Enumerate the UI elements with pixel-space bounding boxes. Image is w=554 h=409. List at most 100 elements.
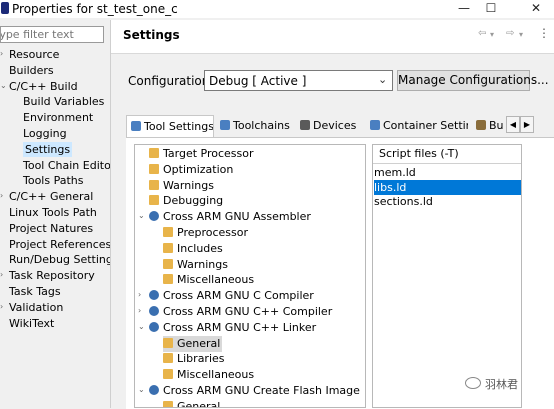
back-arrow-icon[interactable]: ⇦ bbox=[478, 28, 486, 39]
tree-item-general[interactable]: General bbox=[163, 399, 221, 408]
script-files-header: Script files (-T) bbox=[373, 145, 521, 164]
nav-item-c-c-general[interactable]: C/C++ General bbox=[9, 189, 93, 204]
nav-item-run-debug-settings[interactable]: Run/Debug Settings bbox=[9, 252, 119, 267]
configuration-select[interactable]: Debug [ Active ] ⌄ bbox=[204, 70, 393, 91]
settings-folder-icon bbox=[163, 274, 173, 285]
nav-item-settings[interactable]: Settings bbox=[23, 141, 73, 157]
forward-arrow-icon[interactable]: ⇨ bbox=[506, 28, 514, 39]
tree-item-cross-arm-gnu-c-linker[interactable]: Cross ARM GNU C++ Linker bbox=[149, 320, 316, 336]
tree-item-miscellaneous[interactable]: Miscellaneous bbox=[163, 367, 254, 383]
nav-item-resource[interactable]: Resource bbox=[9, 47, 59, 62]
tree-expand-icon[interactable]: › bbox=[138, 290, 141, 299]
tree-item-debugging[interactable]: Debugging bbox=[149, 193, 223, 209]
nav-item-tool-chain-editor[interactable]: Tool Chain Editor bbox=[23, 158, 115, 173]
maximize-button[interactable]: ☐ bbox=[473, 0, 509, 18]
tree-item-cross-arm-gnu-c-compiler[interactable]: Cross ARM GNU C++ Compiler bbox=[149, 304, 332, 320]
tree-item-label: General bbox=[177, 399, 221, 408]
nav-item-tools-paths[interactable]: Tools Paths bbox=[23, 173, 84, 188]
nav-item-build-variables[interactable]: Build Variables bbox=[23, 94, 104, 109]
nav-expand-icon[interactable]: › bbox=[0, 191, 3, 200]
settings-folder-icon bbox=[163, 242, 173, 253]
tree-expand-icon[interactable]: › bbox=[138, 306, 141, 315]
gear-icon bbox=[149, 211, 159, 222]
tree-item-target-processor[interactable]: Target Processor bbox=[149, 146, 254, 162]
tree-item-label: Warnings bbox=[163, 178, 214, 192]
tab-scroll-right-button[interactable]: ▶ bbox=[520, 116, 534, 133]
tree-item-includes[interactable]: Includes bbox=[163, 241, 223, 257]
settings-folder-icon bbox=[163, 353, 173, 364]
tree-item-general[interactable]: General bbox=[163, 335, 223, 352]
settings-folder-icon bbox=[163, 369, 173, 380]
nav-item-environment[interactable]: Environment bbox=[23, 110, 93, 125]
filter-input[interactable] bbox=[1, 27, 103, 42]
settings-folder-icon bbox=[163, 400, 173, 407]
view-menu-icon[interactable]: ⋮ bbox=[538, 26, 550, 40]
watermark-text: 羽林君 bbox=[485, 378, 518, 391]
nav-item-project-references[interactable]: Project References bbox=[9, 237, 111, 252]
nav-item-builders[interactable]: Builders bbox=[9, 63, 54, 78]
nav-item-c-c-build[interactable]: C/C++ Build bbox=[9, 79, 78, 94]
tree-item-cross-arm-gnu-c-compiler[interactable]: Cross ARM GNU C Compiler bbox=[149, 288, 314, 304]
nav-item-logging[interactable]: Logging bbox=[23, 126, 67, 141]
tree-expand-icon[interactable]: ⌄ bbox=[138, 211, 145, 220]
tree-item-cross-arm-gnu-create-flash-image[interactable]: Cross ARM GNU Create Flash Image bbox=[149, 383, 360, 399]
gear-icon bbox=[149, 306, 159, 316]
tree-item-label: General bbox=[177, 336, 221, 350]
settings-folder-icon bbox=[163, 227, 173, 237]
nav-expand-icon[interactable]: › bbox=[0, 302, 3, 311]
nav-expand-icon[interactable]: ⌄ bbox=[0, 81, 7, 90]
tab-icon bbox=[476, 120, 486, 130]
tab-toolchains[interactable]: Toolchains bbox=[216, 115, 292, 137]
tree-item-preprocessor[interactable]: Preprocessor bbox=[163, 225, 248, 241]
tree-item-label: Cross ARM GNU C Compiler bbox=[163, 289, 314, 303]
tree-item-warnings[interactable]: Warnings bbox=[149, 178, 214, 194]
configuration-value: Debug [ Active ] bbox=[209, 74, 307, 88]
nav-item-project-natures[interactable]: Project Natures bbox=[9, 221, 93, 236]
tab-label: Tool Settings bbox=[144, 120, 214, 133]
tree-item-label: Cross ARM GNU C++ Linker bbox=[163, 320, 317, 334]
tree-item-libraries[interactable]: Libraries bbox=[163, 351, 225, 367]
tree-item-cross-arm-gnu-assembler[interactable]: Cross ARM GNU Assembler bbox=[149, 209, 311, 225]
tree-item-label: Cross ARM GNU Assembler bbox=[163, 210, 311, 224]
nav-item-task-repository[interactable]: Task Repository bbox=[9, 268, 95, 283]
tree-item-label: Debugging bbox=[163, 194, 224, 208]
gear-icon bbox=[149, 321, 159, 332]
back-dropdown-icon[interactable]: ▾ bbox=[490, 30, 494, 39]
tree-item-label: Optimization bbox=[163, 162, 234, 176]
nav-expand-icon[interactable]: › bbox=[0, 49, 3, 58]
filter-input-box[interactable] bbox=[0, 26, 104, 43]
tab-label: Bu bbox=[489, 119, 504, 132]
nav-item-validation[interactable]: Validation bbox=[9, 300, 63, 315]
script-file-item[interactable]: mem.ld bbox=[374, 165, 416, 180]
nav-item-task-tags[interactable]: Task Tags bbox=[9, 284, 61, 299]
settings-folder-icon bbox=[149, 195, 159, 206]
tree-item-label: Libraries bbox=[177, 352, 225, 366]
tree-item-miscellaneous[interactable]: Miscellaneous bbox=[163, 272, 254, 288]
manage-configurations-button[interactable]: Manage Configurations... bbox=[397, 70, 549, 91]
tree-item-warnings[interactable]: Warnings bbox=[163, 257, 228, 273]
script-file-item[interactable]: sections.ld bbox=[374, 194, 433, 209]
tree-expand-icon[interactable]: ⌄ bbox=[138, 322, 145, 331]
forward-dropdown-icon[interactable]: ▾ bbox=[519, 30, 523, 39]
tree-item-label: Warnings bbox=[177, 257, 228, 271]
tree-item-label: Cross ARM GNU C++ Compiler bbox=[163, 305, 333, 318]
tab-label: Devices bbox=[313, 119, 357, 132]
settings-folder-icon bbox=[163, 258, 173, 269]
nav-expand-icon[interactable]: › bbox=[0, 270, 3, 279]
nav-item-linux-tools-path[interactable]: Linux Tools Path bbox=[9, 205, 97, 220]
tool-settings-tree[interactable]: Target Processor Optimization Warnings Debu… bbox=[134, 144, 366, 408]
tree-item-optimization[interactable]: Optimization bbox=[149, 162, 233, 178]
settings-folder-icon bbox=[149, 179, 159, 190]
close-button[interactable]: ✕ bbox=[518, 0, 554, 18]
nav-item-wikitext[interactable]: WikiText bbox=[9, 316, 54, 331]
tab-label: Toolchains bbox=[233, 119, 290, 132]
script-file-item[interactable]: libs.ld bbox=[374, 179, 521, 195]
tab-devices[interactable]: Devices bbox=[296, 115, 364, 137]
tab-tool-settings[interactable]: Tool Settings bbox=[126, 115, 214, 137]
tree-item-label: Miscellaneous bbox=[177, 368, 255, 382]
tab-bu[interactable]: Bu bbox=[472, 115, 506, 137]
tab-container-settings[interactable]: Container Settings bbox=[366, 115, 468, 137]
tree-item-label: Target Processor bbox=[163, 147, 254, 160]
tab-scroll-left-button[interactable]: ◀ bbox=[506, 116, 520, 133]
tree-expand-icon[interactable]: ⌄ bbox=[138, 385, 145, 394]
